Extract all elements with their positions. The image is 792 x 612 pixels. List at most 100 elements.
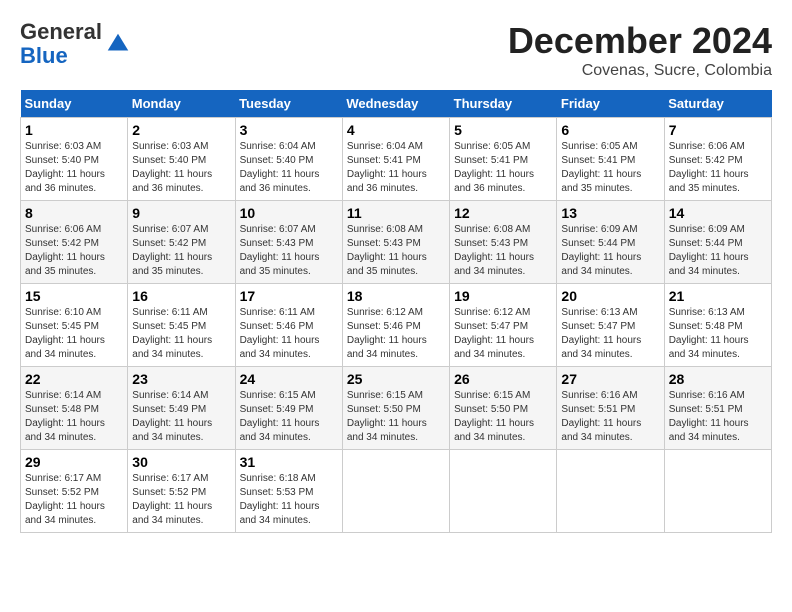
calendar-week-row: 15 Sunrise: 6:10 AM Sunset: 5:45 PM Dayl… [21,284,772,367]
day-number: 9 [132,205,230,221]
calendar-day-cell: 27 Sunrise: 6:16 AM Sunset: 5:51 PM Dayl… [557,367,664,450]
day-info: Sunrise: 6:13 AM Sunset: 5:48 PM Dayligh… [669,306,767,362]
day-info: Sunrise: 6:14 AM Sunset: 5:48 PM Dayligh… [25,389,123,445]
day-number: 10 [240,205,338,221]
day-number: 3 [240,122,338,138]
day-number: 11 [347,205,445,221]
calendar-day-cell: 2 Sunrise: 6:03 AM Sunset: 5:40 PM Dayli… [128,118,235,201]
day-of-week-header: Thursday [450,90,557,118]
calendar-day-cell: 22 Sunrise: 6:14 AM Sunset: 5:48 PM Dayl… [21,367,128,450]
calendar-day-cell: 1 Sunrise: 6:03 AM Sunset: 5:40 PM Dayli… [21,118,128,201]
day-number: 25 [347,371,445,387]
calendar-empty-cell [342,450,449,533]
day-of-week-header: Friday [557,90,664,118]
calendar-day-cell: 15 Sunrise: 6:10 AM Sunset: 5:45 PM Dayl… [21,284,128,367]
calendar-day-cell: 30 Sunrise: 6:17 AM Sunset: 5:52 PM Dayl… [128,450,235,533]
day-number: 12 [454,205,552,221]
calendar-day-cell: 16 Sunrise: 6:11 AM Sunset: 5:45 PM Dayl… [128,284,235,367]
calendar-day-cell: 20 Sunrise: 6:13 AM Sunset: 5:47 PM Dayl… [557,284,664,367]
day-info: Sunrise: 6:07 AM Sunset: 5:43 PM Dayligh… [240,223,338,279]
calendar-day-cell: 6 Sunrise: 6:05 AM Sunset: 5:41 PM Dayli… [557,118,664,201]
calendar-table: SundayMondayTuesdayWednesdayThursdayFrid… [20,90,772,533]
day-number: 2 [132,122,230,138]
calendar-empty-cell [557,450,664,533]
day-info: Sunrise: 6:05 AM Sunset: 5:41 PM Dayligh… [454,140,552,196]
day-info: Sunrise: 6:15 AM Sunset: 5:50 PM Dayligh… [347,389,445,445]
calendar-day-cell: 17 Sunrise: 6:11 AM Sunset: 5:46 PM Dayl… [235,284,342,367]
day-info: Sunrise: 6:11 AM Sunset: 5:45 PM Dayligh… [132,306,230,362]
day-info: Sunrise: 6:11 AM Sunset: 5:46 PM Dayligh… [240,306,338,362]
day-of-week-header: Saturday [664,90,771,118]
day-number: 30 [132,454,230,470]
calendar-week-row: 8 Sunrise: 6:06 AM Sunset: 5:42 PM Dayli… [21,201,772,284]
calendar-week-row: 22 Sunrise: 6:14 AM Sunset: 5:48 PM Dayl… [21,367,772,450]
day-info: Sunrise: 6:04 AM Sunset: 5:41 PM Dayligh… [347,140,445,196]
calendar-day-cell: 7 Sunrise: 6:06 AM Sunset: 5:42 PM Dayli… [664,118,771,201]
day-info: Sunrise: 6:15 AM Sunset: 5:50 PM Dayligh… [454,389,552,445]
day-info: Sunrise: 6:07 AM Sunset: 5:42 PM Dayligh… [132,223,230,279]
calendar-empty-cell [450,450,557,533]
calendar-day-cell: 19 Sunrise: 6:12 AM Sunset: 5:47 PM Dayl… [450,284,557,367]
day-number: 21 [669,288,767,304]
day-info: Sunrise: 6:16 AM Sunset: 5:51 PM Dayligh… [561,389,659,445]
day-number: 8 [25,205,123,221]
day-number: 23 [132,371,230,387]
day-of-week-header: Sunday [21,90,128,118]
day-number: 15 [25,288,123,304]
calendar-day-cell: 21 Sunrise: 6:13 AM Sunset: 5:48 PM Dayl… [664,284,771,367]
calendar-day-cell: 11 Sunrise: 6:08 AM Sunset: 5:43 PM Dayl… [342,201,449,284]
day-number: 16 [132,288,230,304]
calendar-day-cell: 31 Sunrise: 6:18 AM Sunset: 5:53 PM Dayl… [235,450,342,533]
day-number: 24 [240,371,338,387]
day-number: 14 [669,205,767,221]
day-info: Sunrise: 6:09 AM Sunset: 5:44 PM Dayligh… [669,223,767,279]
day-info: Sunrise: 6:17 AM Sunset: 5:52 PM Dayligh… [132,472,230,528]
day-info: Sunrise: 6:08 AM Sunset: 5:43 PM Dayligh… [347,223,445,279]
logo: General Blue [20,20,132,68]
calendar-day-cell: 4 Sunrise: 6:04 AM Sunset: 5:41 PM Dayli… [342,118,449,201]
day-info: Sunrise: 6:06 AM Sunset: 5:42 PM Dayligh… [669,140,767,196]
day-info: Sunrise: 6:15 AM Sunset: 5:49 PM Dayligh… [240,389,338,445]
calendar-week-row: 29 Sunrise: 6:17 AM Sunset: 5:52 PM Dayl… [21,450,772,533]
day-info: Sunrise: 6:14 AM Sunset: 5:49 PM Dayligh… [132,389,230,445]
logo-general: General [20,19,102,44]
calendar-day-cell: 25 Sunrise: 6:15 AM Sunset: 5:50 PM Dayl… [342,367,449,450]
day-number: 1 [25,122,123,138]
calendar-day-cell: 3 Sunrise: 6:04 AM Sunset: 5:40 PM Dayli… [235,118,342,201]
calendar-day-cell: 24 Sunrise: 6:15 AM Sunset: 5:49 PM Dayl… [235,367,342,450]
day-of-week-header: Monday [128,90,235,118]
day-number: 18 [347,288,445,304]
day-info: Sunrise: 6:08 AM Sunset: 5:43 PM Dayligh… [454,223,552,279]
day-number: 17 [240,288,338,304]
day-info: Sunrise: 6:13 AM Sunset: 5:47 PM Dayligh… [561,306,659,362]
day-number: 13 [561,205,659,221]
day-info: Sunrise: 6:05 AM Sunset: 5:41 PM Dayligh… [561,140,659,196]
day-of-week-header: Tuesday [235,90,342,118]
day-info: Sunrise: 6:16 AM Sunset: 5:51 PM Dayligh… [669,389,767,445]
day-info: Sunrise: 6:09 AM Sunset: 5:44 PM Dayligh… [561,223,659,279]
calendar-day-cell: 18 Sunrise: 6:12 AM Sunset: 5:46 PM Dayl… [342,284,449,367]
day-number: 22 [25,371,123,387]
day-info: Sunrise: 6:17 AM Sunset: 5:52 PM Dayligh… [25,472,123,528]
calendar-day-cell: 9 Sunrise: 6:07 AM Sunset: 5:42 PM Dayli… [128,201,235,284]
day-info: Sunrise: 6:18 AM Sunset: 5:53 PM Dayligh… [240,472,338,528]
calendar-day-cell: 12 Sunrise: 6:08 AM Sunset: 5:43 PM Dayl… [450,201,557,284]
day-info: Sunrise: 6:03 AM Sunset: 5:40 PM Dayligh… [132,140,230,196]
title-block: December 2024 Covenas, Sucre, Colombia [508,20,772,80]
day-number: 20 [561,288,659,304]
page-header: General Blue December 2024 Covenas, Sucr… [20,20,772,80]
day-number: 29 [25,454,123,470]
day-number: 5 [454,122,552,138]
day-info: Sunrise: 6:06 AM Sunset: 5:42 PM Dayligh… [25,223,123,279]
calendar-day-cell: 14 Sunrise: 6:09 AM Sunset: 5:44 PM Dayl… [664,201,771,284]
day-number: 7 [669,122,767,138]
calendar-day-cell: 26 Sunrise: 6:15 AM Sunset: 5:50 PM Dayl… [450,367,557,450]
calendar-day-cell: 5 Sunrise: 6:05 AM Sunset: 5:41 PM Dayli… [450,118,557,201]
calendar-day-cell: 8 Sunrise: 6:06 AM Sunset: 5:42 PM Dayli… [21,201,128,284]
logo-blue: Blue [20,43,68,68]
calendar-day-cell: 13 Sunrise: 6:09 AM Sunset: 5:44 PM Dayl… [557,201,664,284]
day-number: 4 [347,122,445,138]
calendar-day-cell: 28 Sunrise: 6:16 AM Sunset: 5:51 PM Dayl… [664,367,771,450]
calendar-day-cell: 10 Sunrise: 6:07 AM Sunset: 5:43 PM Dayl… [235,201,342,284]
day-info: Sunrise: 6:04 AM Sunset: 5:40 PM Dayligh… [240,140,338,196]
